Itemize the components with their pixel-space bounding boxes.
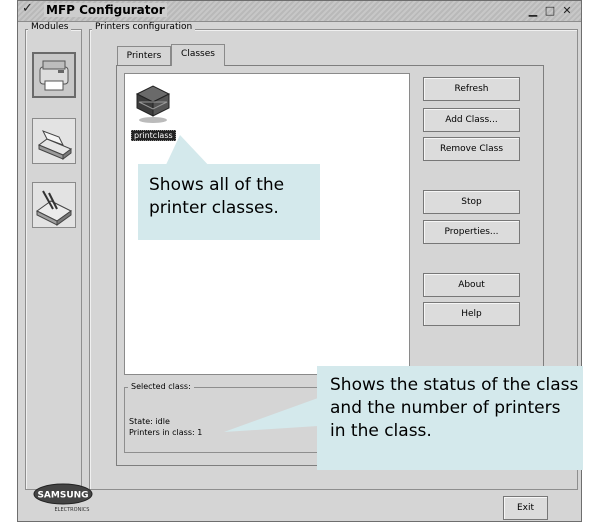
stop-button[interactable]: Stop bbox=[423, 190, 520, 214]
printers-in-class-count: Printers in class: 1 bbox=[129, 428, 203, 437]
about-button[interactable]: About bbox=[423, 273, 520, 297]
printers-module-button[interactable] bbox=[32, 52, 76, 98]
printer-icon bbox=[39, 60, 69, 91]
callout-classes-text: Shows all of the printer classes. bbox=[149, 175, 285, 218]
properties-button[interactable]: Properties... bbox=[423, 220, 520, 244]
callout-status-text: Shows the status of the class and the nu… bbox=[330, 375, 579, 441]
scanner-icon bbox=[38, 130, 72, 160]
title-bar[interactable]: ✓ MFP Configurator ▁ □ ✕ bbox=[18, 1, 581, 22]
minimize-icon[interactable]: ▁ bbox=[526, 4, 540, 17]
printer-class-icon bbox=[135, 85, 171, 123]
svg-text:SAMSUNG: SAMSUNG bbox=[37, 491, 88, 501]
ports-module-button[interactable] bbox=[32, 182, 76, 228]
refresh-button[interactable]: Refresh bbox=[423, 77, 520, 101]
port-icon bbox=[36, 190, 72, 226]
samsung-logo: SAMSUNG ELECTRONICS bbox=[33, 483, 93, 513]
printers-configuration-legend: Printers configuration bbox=[92, 22, 196, 32]
exit-button[interactable]: Exit bbox=[503, 496, 548, 520]
svg-text:ELECTRONICS: ELECTRONICS bbox=[55, 507, 90, 513]
class-state: State: idle bbox=[129, 417, 170, 426]
close-icon[interactable]: ✕ bbox=[560, 4, 574, 17]
tab-classes[interactable]: Classes bbox=[171, 44, 225, 66]
maximize-icon[interactable]: □ bbox=[543, 4, 557, 17]
modules-group: Modules bbox=[25, 22, 82, 490]
callout-status: Shows the status of the class and the nu… bbox=[317, 366, 583, 470]
tab-printers[interactable]: Printers bbox=[117, 46, 171, 65]
scanners-module-button[interactable] bbox=[32, 118, 76, 164]
selected-class-legend: Selected class: bbox=[128, 382, 194, 391]
modules-legend: Modules bbox=[28, 22, 72, 32]
window-title: MFP Configurator bbox=[44, 3, 167, 17]
add-class-button[interactable]: Add Class... bbox=[423, 108, 520, 132]
printer-class-item[interactable]: printclass bbox=[125, 74, 185, 144]
callout-status-pointer bbox=[224, 398, 318, 432]
callout-classes: Shows all of the printer classes. bbox=[138, 164, 320, 240]
window-menu-icon[interactable]: ✓ bbox=[22, 1, 33, 16]
samsung-logo-image: SAMSUNG ELECTRONICS bbox=[33, 483, 93, 513]
help-button[interactable]: Help bbox=[423, 302, 520, 326]
remove-class-button[interactable]: Remove Class bbox=[423, 137, 520, 161]
